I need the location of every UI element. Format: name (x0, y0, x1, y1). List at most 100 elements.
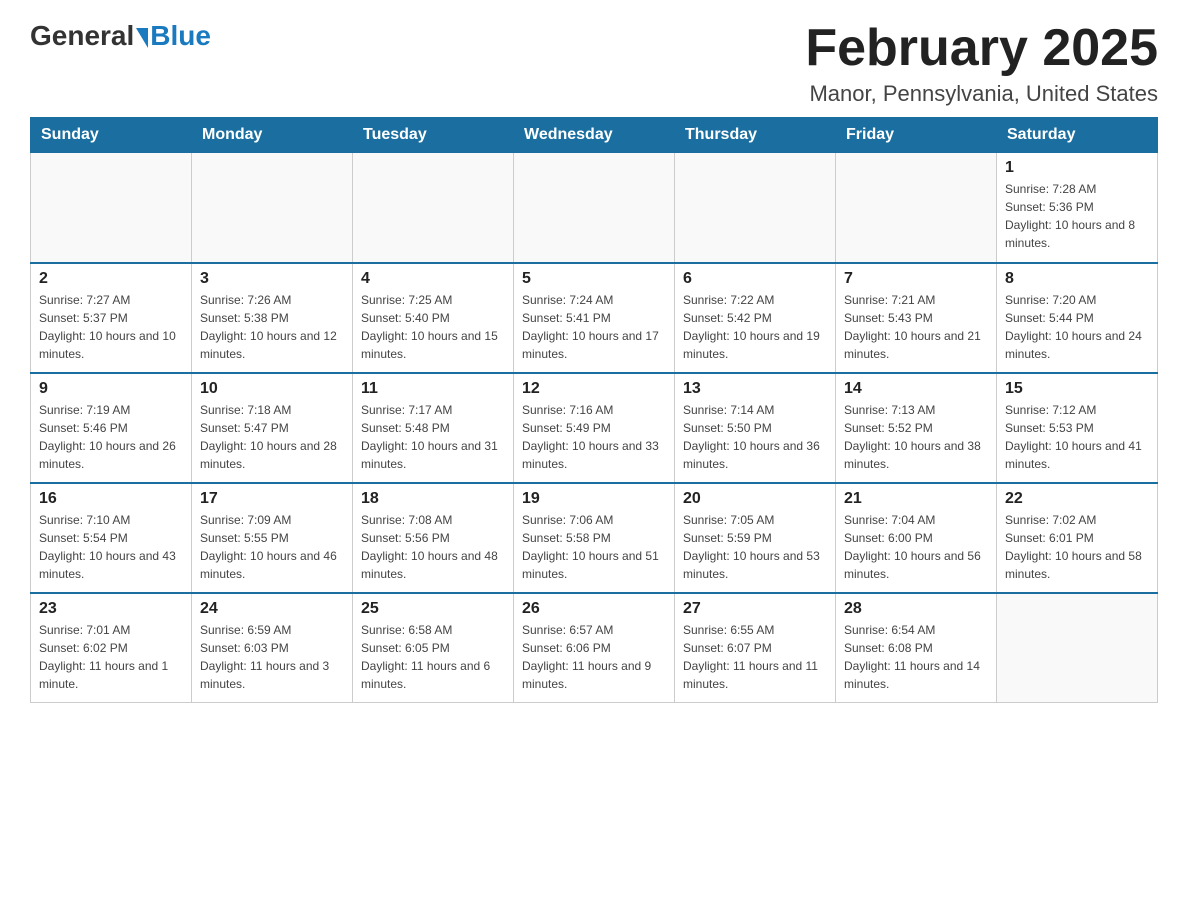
day-number: 2 (39, 270, 183, 288)
day-info: Sunrise: 7:01 AM Sunset: 6:02 PM Dayligh… (39, 621, 183, 693)
day-number: 6 (683, 270, 827, 288)
day-info: Sunrise: 6:57 AM Sunset: 6:06 PM Dayligh… (522, 621, 666, 693)
day-info: Sunrise: 6:55 AM Sunset: 6:07 PM Dayligh… (683, 621, 827, 693)
weekday-header-row: SundayMondayTuesdayWednesdayThursdayFrid… (31, 118, 1158, 153)
logo-blue: Blue (150, 20, 211, 52)
calendar-cell: 14 Sunrise: 7:13 AM Sunset: 5:52 PM Dayli… (836, 373, 997, 483)
calendar-cell: 8 Sunrise: 7:20 AM Sunset: 5:44 PM Daylig… (997, 263, 1158, 373)
day-info: Sunrise: 7:27 AM Sunset: 5:37 PM Dayligh… (39, 291, 183, 363)
day-number: 8 (1005, 270, 1149, 288)
day-number: 12 (522, 380, 666, 398)
weekday-header-monday: Monday (192, 118, 353, 153)
day-number: 13 (683, 380, 827, 398)
day-number: 26 (522, 600, 666, 618)
calendar-cell: 17 Sunrise: 7:09 AM Sunset: 5:55 PM Dayli… (192, 483, 353, 593)
calendar-cell: 15 Sunrise: 7:12 AM Sunset: 5:53 PM Dayli… (997, 373, 1158, 483)
day-number: 3 (200, 270, 344, 288)
calendar-week-row: 2 Sunrise: 7:27 AM Sunset: 5:37 PM Daylig… (31, 263, 1158, 373)
day-info: Sunrise: 7:04 AM Sunset: 6:00 PM Dayligh… (844, 511, 988, 583)
day-number: 4 (361, 270, 505, 288)
title-area: February 2025 Manor, Pennsylvania, Unite… (805, 20, 1158, 107)
calendar-cell: 2 Sunrise: 7:27 AM Sunset: 5:37 PM Daylig… (31, 263, 192, 373)
calendar-cell: 18 Sunrise: 7:08 AM Sunset: 5:56 PM Dayli… (353, 483, 514, 593)
weekday-header-thursday: Thursday (675, 118, 836, 153)
calendar-cell: 5 Sunrise: 7:24 AM Sunset: 5:41 PM Daylig… (514, 263, 675, 373)
day-info: Sunrise: 7:20 AM Sunset: 5:44 PM Dayligh… (1005, 291, 1149, 363)
calendar-title: February 2025 (805, 20, 1158, 77)
weekday-header-sunday: Sunday (31, 118, 192, 153)
weekday-header-saturday: Saturday (997, 118, 1158, 153)
calendar-cell: 11 Sunrise: 7:17 AM Sunset: 5:48 PM Dayli… (353, 373, 514, 483)
day-number: 17 (200, 490, 344, 508)
day-number: 7 (844, 270, 988, 288)
calendar-cell: 24Sunrise: 6:59 AM Sunset: 6:03 PM Dayli… (192, 593, 353, 703)
calendar-cell (353, 153, 514, 263)
day-number: 11 (361, 380, 505, 398)
day-number: 14 (844, 380, 988, 398)
day-number: 21 (844, 490, 988, 508)
day-info: Sunrise: 6:54 AM Sunset: 6:08 PM Dayligh… (844, 621, 988, 693)
calendar-week-row: 9 Sunrise: 7:19 AM Sunset: 5:46 PM Daylig… (31, 373, 1158, 483)
day-number: 28 (844, 600, 988, 618)
day-number: 16 (39, 490, 183, 508)
logo: General Blue (30, 20, 211, 52)
day-info: Sunrise: 7:16 AM Sunset: 5:49 PM Dayligh… (522, 401, 666, 473)
calendar-cell: 28 Sunrise: 6:54 AM Sunset: 6:08 PM Dayli… (836, 593, 997, 703)
day-number: 25 (361, 600, 505, 618)
calendar-cell: 21 Sunrise: 7:04 AM Sunset: 6:00 PM Dayli… (836, 483, 997, 593)
day-info: Sunrise: 7:26 AM Sunset: 5:38 PM Dayligh… (200, 291, 344, 363)
calendar-cell: 1Sunrise: 7:28 AM Sunset: 5:36 PM Daylig… (997, 153, 1158, 263)
day-info: Sunrise: 7:19 AM Sunset: 5:46 PM Dayligh… (39, 401, 183, 473)
day-number: 24 (200, 600, 344, 618)
day-info: Sunrise: 7:09 AM Sunset: 5:55 PM Dayligh… (200, 511, 344, 583)
day-number: 15 (1005, 380, 1149, 398)
calendar-cell: 20Sunrise: 7:05 AM Sunset: 5:59 PM Dayli… (675, 483, 836, 593)
calendar-cell: 13 Sunrise: 7:14 AM Sunset: 5:50 PM Dayli… (675, 373, 836, 483)
day-info: Sunrise: 7:24 AM Sunset: 5:41 PM Dayligh… (522, 291, 666, 363)
calendar-cell: 9 Sunrise: 7:19 AM Sunset: 5:46 PM Daylig… (31, 373, 192, 483)
calendar-cell: 7 Sunrise: 7:21 AM Sunset: 5:43 PM Daylig… (836, 263, 997, 373)
calendar-cell: 6 Sunrise: 7:22 AM Sunset: 5:42 PM Daylig… (675, 263, 836, 373)
day-info: Sunrise: 7:06 AM Sunset: 5:58 PM Dayligh… (522, 511, 666, 583)
weekday-header-wednesday: Wednesday (514, 118, 675, 153)
calendar-cell: 12 Sunrise: 7:16 AM Sunset: 5:49 PM Dayli… (514, 373, 675, 483)
calendar-cell: 4 Sunrise: 7:25 AM Sunset: 5:40 PM Daylig… (353, 263, 514, 373)
calendar-cell: 26 Sunrise: 6:57 AM Sunset: 6:06 PM Dayli… (514, 593, 675, 703)
day-info: Sunrise: 7:25 AM Sunset: 5:40 PM Dayligh… (361, 291, 505, 363)
calendar-cell (514, 153, 675, 263)
calendar-cell (675, 153, 836, 263)
page-header: General Blue February 2025 Manor, Pennsy… (30, 20, 1158, 107)
calendar-cell (192, 153, 353, 263)
logo-general: General (30, 20, 134, 52)
calendar-cell: 16 Sunrise: 7:10 AM Sunset: 5:54 PM Dayli… (31, 483, 192, 593)
day-info: Sunrise: 7:21 AM Sunset: 5:43 PM Dayligh… (844, 291, 988, 363)
day-number: 9 (39, 380, 183, 398)
day-number: 20 (683, 490, 827, 508)
day-info: Sunrise: 7:13 AM Sunset: 5:52 PM Dayligh… (844, 401, 988, 473)
day-number: 27 (683, 600, 827, 618)
day-info: Sunrise: 7:18 AM Sunset: 5:47 PM Dayligh… (200, 401, 344, 473)
day-number: 18 (361, 490, 505, 508)
day-info: Sunrise: 7:10 AM Sunset: 5:54 PM Dayligh… (39, 511, 183, 583)
calendar-table: SundayMondayTuesdayWednesdayThursdayFrid… (30, 117, 1158, 703)
day-info: Sunrise: 7:08 AM Sunset: 5:56 PM Dayligh… (361, 511, 505, 583)
day-info: Sunrise: 7:12 AM Sunset: 5:53 PM Dayligh… (1005, 401, 1149, 473)
day-info: Sunrise: 7:28 AM Sunset: 5:36 PM Dayligh… (1005, 180, 1149, 252)
day-number: 10 (200, 380, 344, 398)
calendar-cell: 25 Sunrise: 6:58 AM Sunset: 6:05 PM Dayli… (353, 593, 514, 703)
calendar-cell (836, 153, 997, 263)
calendar-week-row: 1Sunrise: 7:28 AM Sunset: 5:36 PM Daylig… (31, 153, 1158, 263)
day-number: 23 (39, 600, 183, 618)
logo-triangle-icon (136, 28, 148, 48)
calendar-cell: 3 Sunrise: 7:26 AM Sunset: 5:38 PM Daylig… (192, 263, 353, 373)
day-info: Sunrise: 6:58 AM Sunset: 6:05 PM Dayligh… (361, 621, 505, 693)
calendar-cell: 23 Sunrise: 7:01 AM Sunset: 6:02 PM Dayli… (31, 593, 192, 703)
day-number: 5 (522, 270, 666, 288)
calendar-cell: 19Sunrise: 7:06 AM Sunset: 5:58 PM Dayli… (514, 483, 675, 593)
calendar-cell: 10 Sunrise: 7:18 AM Sunset: 5:47 PM Dayli… (192, 373, 353, 483)
day-info: Sunrise: 7:17 AM Sunset: 5:48 PM Dayligh… (361, 401, 505, 473)
day-info: Sunrise: 7:14 AM Sunset: 5:50 PM Dayligh… (683, 401, 827, 473)
day-info: Sunrise: 7:02 AM Sunset: 6:01 PM Dayligh… (1005, 511, 1149, 583)
day-info: Sunrise: 7:22 AM Sunset: 5:42 PM Dayligh… (683, 291, 827, 363)
calendar-cell (31, 153, 192, 263)
